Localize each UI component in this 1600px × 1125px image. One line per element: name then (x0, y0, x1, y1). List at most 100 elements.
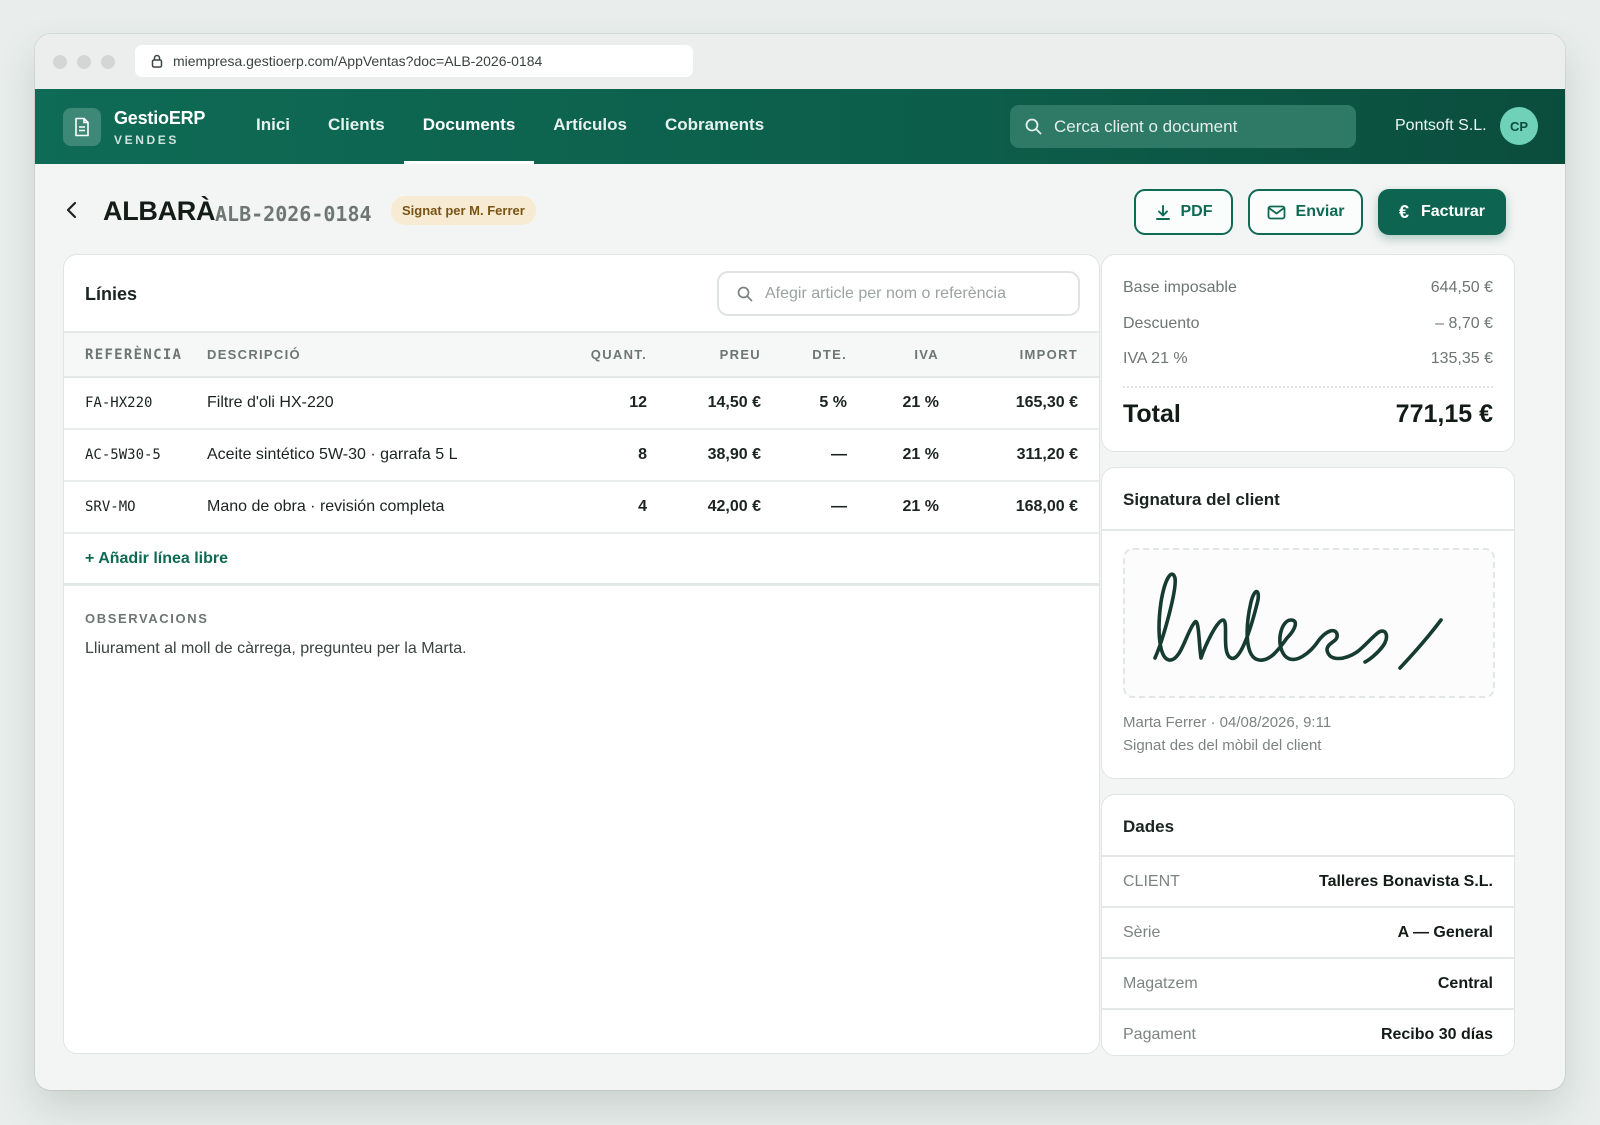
cell-vat: 21 % (847, 429, 939, 482)
euro-icon: € (1398, 201, 1409, 222)
column-header-quantity[interactable]: QUANT. (507, 333, 647, 378)
totals-panel: Base imposable 644,50 € Descuento – 8,70… (1101, 254, 1515, 452)
signature-area[interactable] (1123, 548, 1495, 698)
observations-label: OBSERVACIONS (85, 611, 209, 626)
top-navigation: GestioERP VENDES Inici Clients Documents… (35, 89, 1565, 164)
details-key: Pagament (1123, 1026, 1196, 1043)
details-row-warehouse[interactable]: Magatzem Central (1102, 957, 1514, 1009)
download-pdf-button[interactable]: PDF (1134, 189, 1233, 235)
document-number: ALB-2026-0184 (215, 202, 372, 226)
cell-amount: 165,30 € (939, 377, 1099, 430)
details-key: Sèrie (1123, 924, 1161, 941)
discount-label: Descuento (1123, 315, 1200, 332)
cell-reference: FA-HX220 (64, 377, 207, 430)
app-logo[interactable] (63, 108, 101, 146)
details-key: Magatzem (1123, 975, 1198, 992)
divider (1102, 529, 1514, 531)
cell-amount: 311,20 € (939, 429, 1099, 482)
vat-label: IVA 21 % (1123, 350, 1188, 367)
add-article-placeholder: Afegir article per nom o referència (765, 284, 1006, 302)
cell-reference: SRV-MO (64, 481, 207, 534)
cell-price[interactable]: 14,50 € (647, 377, 761, 430)
cell-reference: AC-5W30-5 (64, 429, 207, 482)
brand-name: GestioERP (114, 108, 206, 128)
details-row-client[interactable]: CLIENT Talleres Bonavista S.L. (1102, 855, 1514, 907)
brand-module: VENDES (114, 133, 179, 147)
totals-divider (1123, 386, 1493, 388)
cell-description: Filtre d'oli HX-220 (207, 377, 507, 430)
user-avatar[interactable]: CP (1500, 107, 1538, 145)
details-panel: Dades CLIENT Talleres Bonavista S.L. Sèr… (1101, 794, 1515, 1056)
details-row-series[interactable]: Sèrie A — General (1102, 906, 1514, 958)
window-dot-maximize[interactable] (101, 55, 115, 69)
column-header-amount[interactable]: IMPORT (939, 333, 1099, 378)
mail-icon (1267, 205, 1285, 219)
brand: GestioERP VENDES (114, 108, 205, 147)
search-placeholder: Cerca client o document (1054, 116, 1238, 136)
cell-description: Mano de obra · revisión completa (207, 481, 507, 534)
company-name[interactable]: Pontsoft S.L. (1395, 117, 1487, 135)
cell-quantity[interactable]: 12 (507, 377, 647, 430)
document-header: ALBARÀ ALB-2026-0184 Signat per M. Ferre… (35, 164, 1565, 252)
cell-vat: 21 % (847, 377, 939, 430)
back-button[interactable] (65, 200, 79, 225)
cell-price[interactable]: 38,90 € (647, 429, 761, 482)
details-row-payment[interactable]: Pagament Recibo 30 días (1102, 1008, 1514, 1055)
totals-row-vat: IVA 21 % 135,35 € (1123, 350, 1493, 368)
details-value: Central (1437, 975, 1493, 992)
signature-signer: Marta Ferrer · 04/08/2026, 9:11 (1123, 714, 1332, 731)
search-icon (1025, 118, 1042, 135)
cell-quantity[interactable]: 8 (507, 429, 647, 482)
details-value: Talleres Bonavista S.L. (1319, 873, 1493, 890)
window-controls (53, 55, 115, 69)
column-header-vat[interactable]: IVA (847, 333, 939, 378)
invoice-button[interactable]: € Facturar (1378, 189, 1506, 235)
document-icon (75, 117, 89, 137)
address-bar[interactable]: miempresa.gestioerp.com/AppVentas?doc=AL… (135, 45, 693, 77)
nav-item-clients[interactable]: Clients (309, 89, 404, 164)
column-header-description[interactable]: DESCRIPCIÓ (207, 333, 507, 378)
column-header-discount[interactable]: DTE. (761, 333, 847, 378)
total-value: 771,15 € (1395, 400, 1493, 428)
observations-text[interactable]: Lliurament al moll de càrrega, pregunteu… (85, 640, 1099, 658)
lock-icon (151, 54, 163, 68)
table-row[interactable]: AC-5W30-5 Aceite sintético 5W-30 · garra… (64, 429, 1099, 482)
nav-item-inici[interactable]: Inici (237, 89, 309, 164)
base-value: 644,50 € (1430, 279, 1493, 296)
cell-discount[interactable]: 5 % (761, 377, 847, 430)
add-article-search-input[interactable]: Afegir article per nom o referència (717, 271, 1080, 316)
send-button[interactable]: Enviar (1248, 189, 1363, 235)
send-button-label: Enviar (1295, 203, 1345, 220)
lines-title: Línies (85, 284, 138, 304)
total-label: Total (1123, 400, 1181, 428)
details-value: A — General (1397, 924, 1493, 941)
table-row[interactable]: FA-HX220 Filtre d'oli HX-220 12 14,50 € … (64, 377, 1099, 430)
nav-item-cobraments[interactable]: Cobraments (646, 89, 783, 164)
lines-panel: Línies Afegir article per nom o referènc… (63, 254, 1100, 1054)
download-icon (1155, 204, 1170, 220)
page-title: ALBARÀ (103, 196, 216, 226)
signature-drawing (1153, 572, 1443, 670)
lines-panel-header: Línies Afegir article per nom o referènc… (64, 255, 1099, 333)
table-header-row: REFERÈNCIA DESCRIPCIÓ QUANT. PREU DTE. I… (64, 333, 1099, 378)
cell-discount[interactable]: — (761, 481, 847, 534)
browser-window: miempresa.gestioerp.com/AppVentas?doc=AL… (35, 34, 1565, 1090)
cell-price[interactable]: 42,00 € (647, 481, 761, 534)
nav-item-documents[interactable]: Documents (403, 89, 535, 164)
cell-discount[interactable]: — (761, 429, 847, 482)
nav-item-articulos[interactable]: Artículos (534, 89, 646, 164)
window-dot-minimize[interactable] (77, 55, 91, 69)
details-value: Recibo 30 días (1380, 1026, 1493, 1043)
global-search-input[interactable]: Cerca client o document (1010, 105, 1356, 148)
window-dot-close[interactable] (53, 55, 67, 69)
cell-vat: 21 % (847, 481, 939, 534)
add-free-line-button[interactable]: + Añadir línea libre (64, 534, 1099, 586)
cell-quantity[interactable]: 4 (507, 481, 647, 534)
signature-meta: Marta Ferrer · 04/08/2026, 9:11 Signat d… (1123, 711, 1331, 757)
column-header-price[interactable]: PREU (647, 333, 761, 378)
signature-source: Signat des del mòbil del client (1123, 737, 1322, 754)
details-title: Dades (1123, 817, 1175, 836)
status-badge: Signat per M. Ferrer (391, 196, 536, 225)
table-row[interactable]: SRV-MO Mano de obra · revisión completa … (64, 481, 1099, 534)
column-header-reference[interactable]: REFERÈNCIA (64, 333, 207, 378)
